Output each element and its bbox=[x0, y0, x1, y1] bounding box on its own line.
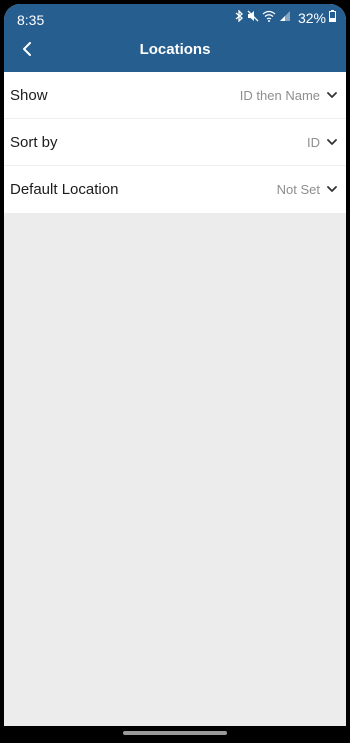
setting-show[interactable]: Show ID then Name bbox=[4, 72, 346, 119]
setting-label: Show bbox=[10, 86, 48, 104]
setting-label: Default Location bbox=[10, 181, 119, 198]
home-indicator[interactable] bbox=[123, 731, 227, 735]
chevron-down-icon bbox=[326, 184, 338, 196]
app-header: 8:35 32% Locations bbox=[4, 4, 346, 72]
page-title: Locations bbox=[139, 41, 211, 58]
setting-value: Not Set bbox=[276, 182, 320, 197]
battery-icon bbox=[329, 9, 336, 27]
mute-icon bbox=[247, 9, 259, 27]
settings-list: Show ID then Name Sort by ID Default Loc… bbox=[4, 72, 346, 213]
setting-default-location[interactable]: Default Location Not Set bbox=[4, 166, 346, 213]
status-time: 8:35 bbox=[17, 12, 45, 28]
setting-label: Sort by bbox=[10, 133, 58, 151]
setting-sort-by[interactable]: Sort by ID bbox=[4, 119, 346, 166]
bluetooth-icon bbox=[234, 9, 244, 27]
app-screen: 8:35 32% Locations Show ID then Name Sor… bbox=[4, 4, 346, 726]
title-bar: Locations bbox=[4, 36, 346, 66]
battery-percent: 32% bbox=[297, 10, 326, 26]
status-icons: 32% bbox=[234, 9, 336, 27]
signal-icon bbox=[279, 9, 291, 27]
chevron-down-icon bbox=[326, 136, 338, 148]
wifi-icon bbox=[262, 9, 276, 27]
setting-value: ID bbox=[307, 134, 320, 150]
chevron-down-icon bbox=[326, 89, 338, 101]
phone-frame: 8:35 32% Locations Show ID then Name Sor… bbox=[0, 0, 350, 743]
setting-value: ID then Name bbox=[239, 87, 320, 103]
